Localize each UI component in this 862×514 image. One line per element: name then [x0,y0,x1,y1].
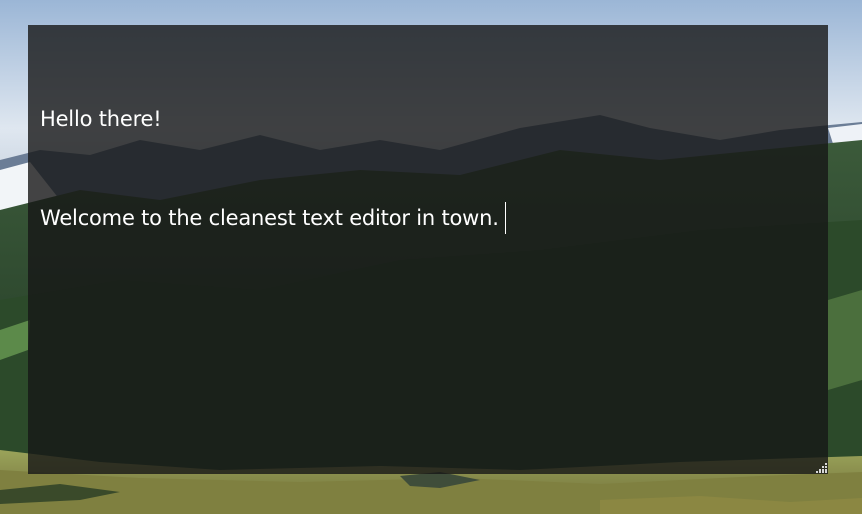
text-editor-content[interactable]: Hello there! Welcome to the cleanest tex… [40,37,816,301]
editor-line-1: Hello there! [40,107,162,131]
editor-line-2-text: Welcome to the cleanest text editor in t… [40,206,499,230]
editor-line-2: Welcome to the cleanest text editor in t… [40,202,816,235]
desktop: Hello there! Welcome to the cleanest tex… [0,0,862,514]
resize-grip-icon[interactable] [816,462,827,473]
text-editor-window[interactable]: Hello there! Welcome to the cleanest tex… [28,25,828,474]
text-caret [504,202,506,234]
